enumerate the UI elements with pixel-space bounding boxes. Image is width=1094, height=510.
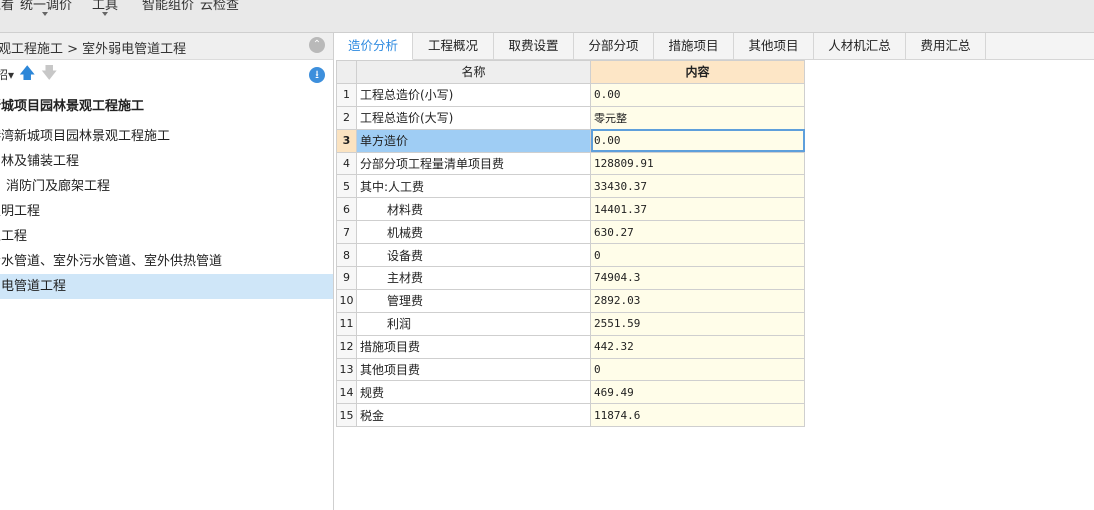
- header-index: [336, 60, 357, 84]
- row-number: 5: [336, 174, 357, 199]
- tree-toolbar: 招▾ 🡅 🡇 ⭳: [0, 60, 333, 90]
- top-toolbar: 汇看 统一调价 工具 智能组价 云检查: [0, 0, 1094, 33]
- toolbar-item-cloud-check[interactable]: 云检查: [200, 0, 239, 13]
- row-number: 14: [336, 380, 357, 405]
- row-name[interactable]: 规费: [356, 380, 591, 405]
- table-row[interactable]: 15 税金 11874.6: [336, 403, 805, 428]
- row-value[interactable]: 0: [590, 243, 805, 268]
- tree-item-project[interactable]: 新城项目园林景观工程施工: [0, 90, 333, 124]
- row-number: 4: [336, 151, 357, 176]
- table-row[interactable]: 7 机械费 630.27: [336, 220, 805, 245]
- row-number: 7: [336, 220, 357, 245]
- row-name[interactable]: 分部分项工程量清单项目费: [356, 151, 591, 176]
- main-panel: 造价分析 工程概况 取费设置 分部分项 措施项目 其他项目 人材机汇总 费用汇总…: [334, 33, 1094, 510]
- row-name[interactable]: 管理费: [356, 288, 591, 313]
- breadcrumb-text[interactable]: 观工程施工 > 室外弱电管道工程: [0, 38, 186, 57]
- row-value[interactable]: 2551.59: [590, 311, 805, 336]
- row-name[interactable]: 设备费: [356, 243, 591, 268]
- row-name[interactable]: 主材费: [356, 266, 591, 290]
- row-value-input[interactable]: 0.00: [590, 128, 805, 153]
- row-value[interactable]: 630.27: [590, 220, 805, 245]
- row-number: 15: [336, 403, 357, 428]
- tree-item-weak-current-pipes[interactable]: 弱电管道工程: [0, 274, 333, 299]
- row-number: 2: [336, 105, 357, 130]
- table-row[interactable]: 13 其他项目费 0: [336, 357, 805, 382]
- row-value[interactable]: 33430.37: [590, 174, 805, 199]
- tree-item-earthwork[interactable]: 土工程: [0, 224, 333, 249]
- tree-item-landscape-paving[interactable]: 园林及铺装工程: [0, 149, 333, 174]
- row-value[interactable]: 11874.6: [590, 403, 805, 428]
- move-up-icon[interactable]: 🡅: [19, 65, 35, 81]
- row-value[interactable]: 74904.3: [590, 266, 805, 290]
- table-row[interactable]: 14 规费 469.49: [336, 380, 805, 405]
- tab-bar: 造价分析 工程概况 取费设置 分部分项 措施项目 其他项目 人材机汇总 费用汇总: [334, 33, 1094, 60]
- table-row[interactable]: 6 材料费 14401.37: [336, 197, 805, 222]
- table-row[interactable]: 12 措施项目费 442.32: [336, 334, 805, 359]
- toolbar-item-smart-pricing[interactable]: 智能组价: [142, 0, 194, 13]
- row-number: 1: [336, 82, 357, 107]
- download-icon[interactable]: ⭳: [309, 67, 325, 83]
- toolbar-item-view[interactable]: 汇看: [0, 0, 14, 13]
- row-value[interactable]: 2892.03: [590, 288, 805, 313]
- tab-fee-settings[interactable]: 取费设置: [494, 33, 574, 59]
- table-row-selected[interactable]: 3 单方造价 0.00: [336, 128, 805, 153]
- table-row[interactable]: 1 工程总造价(小写) 0.00: [336, 82, 805, 107]
- row-name[interactable]: 工程总造价(大写): [356, 105, 591, 130]
- tab-cost-analysis[interactable]: 造价分析: [334, 33, 413, 60]
- move-down-icon[interactable]: 🡇: [41, 65, 57, 81]
- project-tree: 新城项目园林景观工程施工 港湾新城项目园林景观工程施工 园林及铺装工程 消防门及…: [0, 90, 333, 299]
- tree-item-unit[interactable]: 港湾新城项目园林景观工程施工: [0, 124, 333, 149]
- table-header-row: 名称 内容: [336, 60, 805, 84]
- tab-divisional-items[interactable]: 分部分项: [574, 33, 654, 59]
- row-number: 6: [336, 197, 357, 222]
- tab-measure-items[interactable]: 措施项目: [654, 33, 734, 59]
- row-value[interactable]: 442.32: [590, 334, 805, 359]
- row-value[interactable]: 14401.37: [590, 197, 805, 222]
- row-number: 10: [336, 288, 357, 313]
- row-value[interactable]: 128809.91: [590, 151, 805, 176]
- table-row[interactable]: 11 利润 2551.59: [336, 311, 805, 336]
- tree-tool-stub[interactable]: 招▾: [0, 66, 14, 83]
- table-row[interactable]: 9 主材费 74904.3: [336, 266, 805, 290]
- row-name[interactable]: 材料费: [356, 197, 591, 222]
- row-name[interactable]: 单方造价: [356, 128, 591, 153]
- collapse-icon[interactable]: ⌃: [309, 37, 325, 53]
- tree-item-water-pipes[interactable]: 给水管道、室外污水管道、室外供热管道: [0, 249, 333, 274]
- table-row[interactable]: 8 设备费 0: [336, 243, 805, 268]
- row-name[interactable]: 其他项目费: [356, 357, 591, 382]
- table-row[interactable]: 10 管理费 2892.03: [336, 288, 805, 313]
- table-row[interactable]: 4 分部分项工程量清单项目费 128809.91: [336, 151, 805, 176]
- tab-labor-material-machine[interactable]: 人材机汇总: [814, 33, 906, 59]
- row-value[interactable]: 469.49: [590, 380, 805, 405]
- tab-project-overview[interactable]: 工程概况: [413, 33, 494, 59]
- header-name[interactable]: 名称: [356, 60, 591, 84]
- row-value[interactable]: 0.00: [590, 82, 805, 107]
- row-name[interactable]: 机械费: [356, 220, 591, 245]
- row-name[interactable]: 利润: [356, 311, 591, 336]
- row-name[interactable]: 工程总造价(小写): [356, 82, 591, 107]
- row-name[interactable]: 其中:人工费: [356, 174, 591, 199]
- row-number: 8: [336, 243, 357, 268]
- tree-item-fire-door-gallery[interactable]: 消防门及廊架工程: [6, 174, 333, 199]
- header-content[interactable]: 内容: [590, 60, 805, 84]
- cost-analysis-table: 名称 内容 1 工程总造价(小写) 0.00 2 工程总造价(大写) 零元整 3…: [336, 60, 805, 428]
- tree-item-lighting[interactable]: 照明工程: [0, 199, 333, 224]
- tab-fee-summary[interactable]: 费用汇总: [906, 33, 986, 59]
- tab-other-items[interactable]: 其他项目: [734, 33, 814, 59]
- row-value[interactable]: 零元整: [590, 105, 805, 130]
- row-number: 13: [336, 357, 357, 382]
- breadcrumb: 观工程施工 > 室外弱电管道工程 ⌃: [0, 33, 333, 60]
- row-number: 9: [336, 266, 357, 290]
- row-number: 11: [336, 311, 357, 336]
- row-name[interactable]: 措施项目费: [356, 334, 591, 359]
- row-number: 3: [336, 128, 357, 153]
- chevron-down-icon[interactable]: [102, 12, 108, 16]
- project-tree-panel: 观工程施工 > 室外弱电管道工程 ⌃ 招▾ 🡅 🡇 ⭳ 新城项目园林景观工程施工…: [0, 33, 334, 510]
- row-number: 12: [336, 334, 357, 359]
- chevron-down-icon[interactable]: [42, 12, 48, 16]
- row-value[interactable]: 0: [590, 357, 805, 382]
- table-row[interactable]: 2 工程总造价(大写) 零元整: [336, 105, 805, 130]
- row-name[interactable]: 税金: [356, 403, 591, 428]
- table-row[interactable]: 5 其中:人工费 33430.37: [336, 174, 805, 199]
